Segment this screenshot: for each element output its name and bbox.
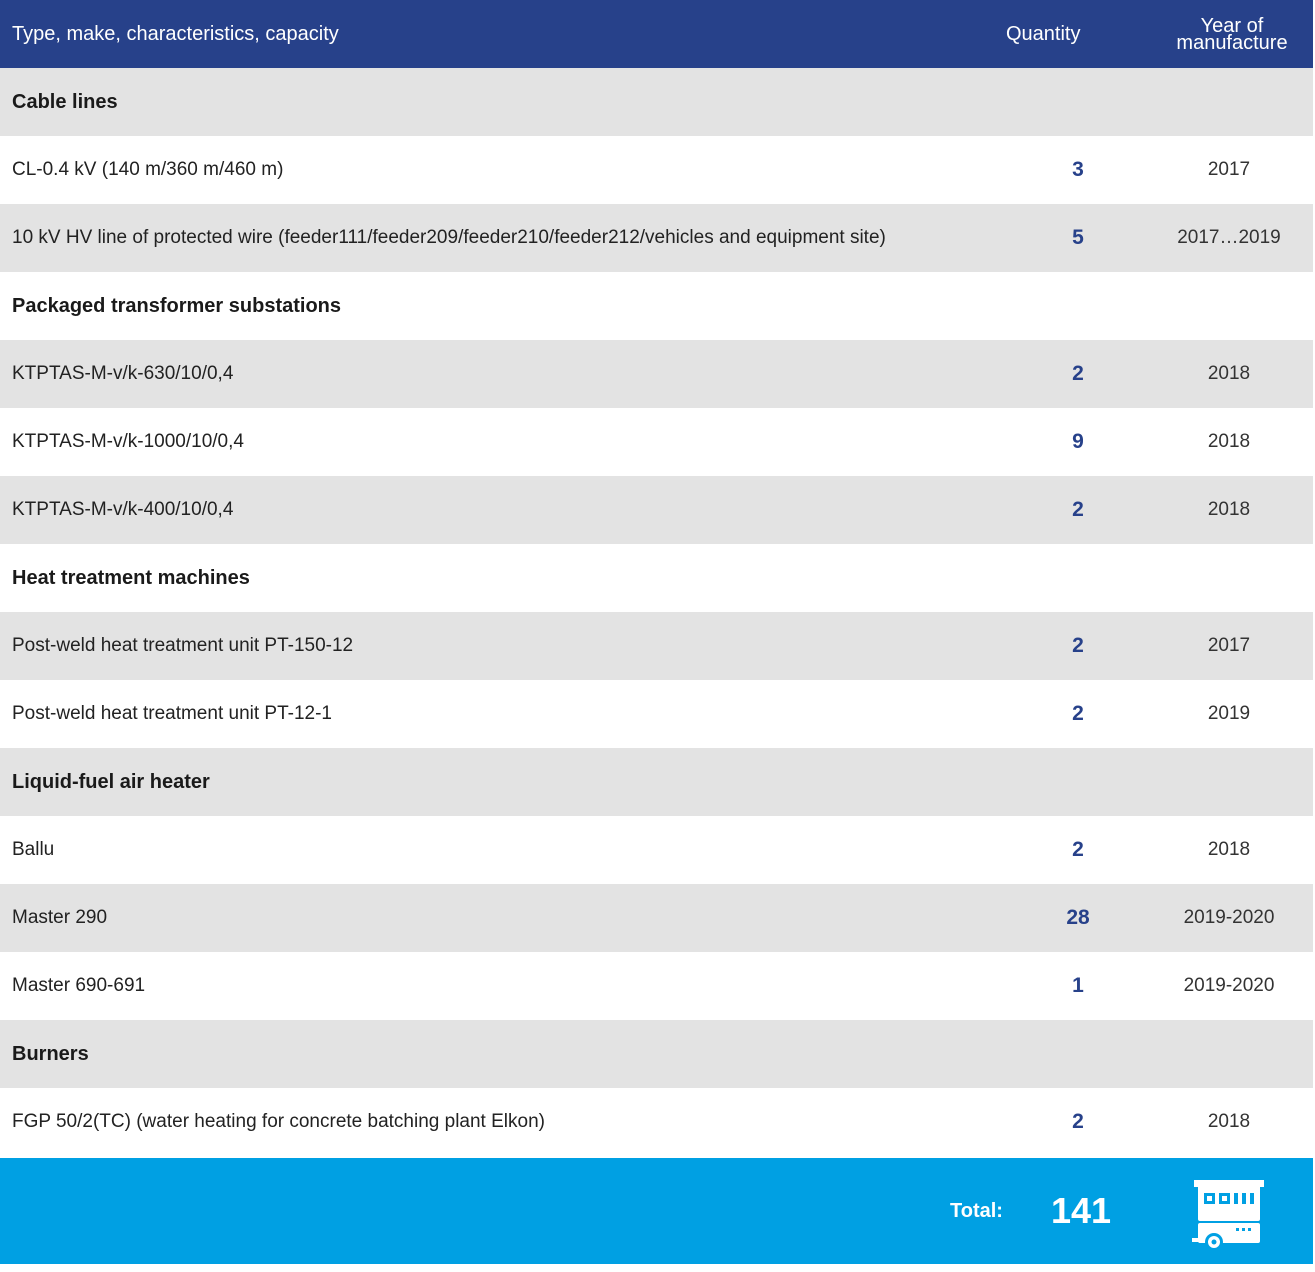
column-header-quantity: Quantity bbox=[1006, 22, 1081, 45]
column-header-type: Type, make, characteristics, capacity bbox=[12, 22, 339, 45]
table-row: CL-0.4 kV (140 m/360 m/460 m) 3 2017 bbox=[0, 136, 1313, 204]
table-row: Ballu 2 2018 bbox=[0, 816, 1313, 884]
table-row: Post-weld heat treatment unit PT-12-1 2 20… bbox=[0, 680, 1313, 748]
item-description: Post-weld heat treatment unit PT-150-12 bbox=[12, 635, 354, 656]
section-header-row: Cable lines bbox=[0, 68, 1313, 136]
table-row: Master 290 28 2019-2020 bbox=[0, 884, 1313, 952]
item-year: 2018 bbox=[1207, 363, 1251, 384]
item-quantity: 3 bbox=[1072, 158, 1084, 181]
item-year: 2017…2019 bbox=[1177, 227, 1281, 248]
section-header-row: Burners bbox=[0, 1020, 1313, 1088]
item-description: KTPTAS-M-v/k-1000/10/0,4 bbox=[12, 431, 244, 452]
section-header-row: Packaged transformer substations bbox=[0, 272, 1313, 340]
section-header-row: Liquid-fuel air heater bbox=[0, 748, 1313, 816]
item-description: Post-weld heat treatment unit PT-12-1 bbox=[12, 703, 332, 724]
total-label: Total: bbox=[950, 1199, 1003, 1222]
item-quantity: 5 bbox=[1072, 226, 1084, 249]
table-header: Type, make, characteristics, capacity Qu… bbox=[0, 0, 1313, 68]
item-description: KTPTAS-M-v/k-630/10/0,4 bbox=[12, 363, 234, 384]
item-year: 2017 bbox=[1207, 635, 1251, 656]
section-title: Burners bbox=[12, 1042, 89, 1065]
column-header-year-line2: manufacture bbox=[1176, 32, 1288, 54]
section-title: Liquid-fuel air heater bbox=[12, 770, 210, 793]
table-row: KTPTAS-M-v/k-400/10/0,4 2 2018 bbox=[0, 476, 1313, 544]
item-quantity: 2 bbox=[1072, 1110, 1084, 1133]
item-year: 2018 bbox=[1207, 1111, 1251, 1132]
item-year: 2017 bbox=[1207, 159, 1251, 180]
item-quantity: 2 bbox=[1072, 702, 1084, 725]
item-year: 2019-2020 bbox=[1183, 907, 1275, 928]
table-row: KTPTAS-M-v/k-630/10/0,4 2 2018 bbox=[0, 340, 1313, 408]
item-quantity: 2 bbox=[1072, 498, 1084, 521]
item-quantity: 2 bbox=[1072, 634, 1084, 657]
item-year: 2018 bbox=[1207, 839, 1251, 860]
item-description: CL-0.4 kV (140 m/360 m/460 m) bbox=[12, 159, 284, 180]
table-row: Master 690-691 1 2019-2020 bbox=[0, 952, 1313, 1020]
item-description: Master 690-691 bbox=[12, 975, 146, 996]
section-title: Cable lines bbox=[12, 90, 118, 113]
section-title: Packaged transformer substations bbox=[12, 294, 341, 317]
item-year: 2018 bbox=[1207, 431, 1251, 452]
total-bar: Total: 141 bbox=[0, 1158, 1313, 1264]
item-year: 2019-2020 bbox=[1183, 975, 1275, 996]
item-description: Master 290 bbox=[12, 907, 108, 928]
equipment-table: Type, make, characteristics, capacity Qu… bbox=[0, 0, 1313, 1156]
table-row: KTPTAS-M-v/k-1000/10/0,4 9 2018 bbox=[0, 408, 1313, 476]
section-title: Heat treatment machines bbox=[12, 566, 250, 589]
generator-icon bbox=[1192, 1180, 1264, 1251]
section-header-row: Heat treatment machines bbox=[0, 544, 1313, 612]
table-row: Post-weld heat treatment unit PT-150-12 2… bbox=[0, 612, 1313, 680]
item-description: KTPTAS-M-v/k-400/10/0,4 bbox=[12, 499, 234, 520]
table-row: 10 kV HV line of protected wire (feeder1… bbox=[0, 204, 1313, 272]
item-quantity: 28 bbox=[1066, 906, 1090, 929]
table-row: FGP 50/2(TC) (water heating for concrete… bbox=[0, 1088, 1313, 1156]
item-quantity: 1 bbox=[1072, 974, 1084, 997]
item-description: FGP 50/2(TC) (water heating for concrete… bbox=[12, 1111, 545, 1132]
total-value: 141 bbox=[1051, 1190, 1112, 1231]
table-body: Cable lines CL-0.4 kV (140 m/360 m/460 m)… bbox=[0, 68, 1313, 1156]
item-year: 2019 bbox=[1207, 703, 1251, 724]
item-year: 2018 bbox=[1207, 499, 1251, 520]
column-header-year: Year of manufacture bbox=[1151, 16, 1313, 54]
item-description: Ballu bbox=[12, 839, 55, 860]
item-quantity: 9 bbox=[1072, 430, 1084, 453]
item-quantity: 2 bbox=[1072, 838, 1084, 861]
item-description: 10 kV HV line of protected wire (feeder1… bbox=[12, 227, 886, 248]
item-quantity: 2 bbox=[1072, 362, 1084, 385]
